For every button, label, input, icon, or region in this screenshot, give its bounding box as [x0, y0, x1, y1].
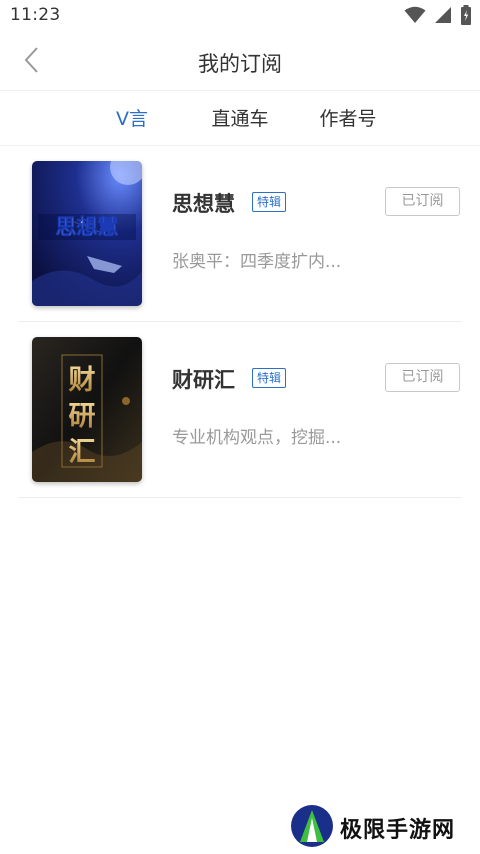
tab-zuozhehao[interactable]: 作者号	[308, 105, 388, 133]
watermark-logo-icon	[290, 804, 334, 852]
item-title: 财研汇	[172, 368, 235, 392]
cover-image: 思想慧	[32, 161, 142, 306]
status-icons	[404, 5, 472, 29]
watermark-text: 极限手游网	[340, 817, 456, 843]
cover-title-char-1: 财	[69, 365, 96, 396]
subscribed-button[interactable]: 已订阅	[385, 363, 460, 392]
cover-title: 思想慧	[56, 215, 119, 239]
watermark: 极限手游网	[290, 804, 476, 852]
page-title: 我的订阅	[198, 52, 282, 76]
special-badge: 特辑	[252, 368, 287, 388]
cellular-signal-icon	[434, 6, 452, 28]
list-item[interactable]: 财 研 汇 财研汇 特辑 已订阅 专业机构观点，挖掘...	[18, 322, 462, 498]
item-description: 专业机构观点，挖掘...	[172, 428, 342, 448]
list-item[interactable]: 思想慧 思想慧 特辑 已订阅 张奥平：四季度扩内...	[18, 146, 462, 322]
special-badge: 特辑	[252, 192, 287, 212]
cover-title-char-3: 汇	[69, 437, 96, 468]
cover-title-char-2: 研	[69, 401, 96, 432]
tab-v-yan[interactable]: V言	[100, 105, 164, 133]
item-description: 张奥平：四季度扩内...	[172, 252, 342, 272]
tab-zhitongche[interactable]: 直通车	[200, 105, 280, 133]
item-title: 思想慧	[172, 192, 235, 216]
status-time: 11:23	[10, 5, 61, 25]
tab-bar: V言 直通车 作者号	[0, 90, 480, 146]
subscribed-button[interactable]: 已订阅	[385, 187, 460, 216]
status-bar: 11:23	[0, 0, 480, 34]
battery-icon	[460, 5, 472, 29]
nav-bar: 我的订阅	[0, 34, 480, 90]
cover-image: 财 研 汇	[32, 337, 142, 482]
wifi-icon	[404, 6, 426, 28]
